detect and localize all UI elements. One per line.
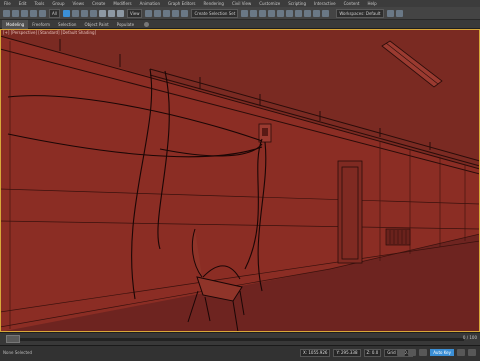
go-to-end-icon[interactable] [419,349,428,356]
spinner-snap-icon[interactable] [181,9,189,17]
viewport-label[interactable]: [+] [Perspective] [Standard] [Default Sh… [3,30,96,35]
menu-item-modifiers[interactable]: Modifiers [109,0,135,7]
ribbon: Modeling Freeform Selection Object Paint… [0,19,480,29]
tab-selection[interactable]: Selection [54,20,80,29]
auto-key-button[interactable]: Auto Key [430,349,454,356]
viewport-scene [0,29,480,332]
wall-vent [385,228,411,246]
tab-populate[interactable]: Populate [113,20,138,29]
zoom-extents-icon[interactable] [457,349,465,356]
mirror-icon[interactable] [241,9,249,17]
menu-item-views[interactable]: Views [69,0,89,7]
rendered-frame-icon[interactable] [313,9,321,17]
schematic-view-icon[interactable] [286,9,294,17]
y-coordinate-field[interactable]: Y: 295.338 [333,349,361,357]
toggle-ribbon-icon[interactable] [268,9,276,17]
undo-icon[interactable] [3,9,10,17]
rectangular-selection-icon[interactable] [80,9,88,17]
layer-explorer-icon[interactable] [259,9,267,17]
move-icon[interactable] [98,9,106,17]
named-selection-dropdown[interactable]: Create Selection Set [191,8,239,18]
time-track[interactable] [6,338,464,341]
render-icon[interactable] [322,9,330,17]
status-bar: None Selected X: 1055.926 Y: 295.338 Z: … [0,345,480,361]
menu-item-file[interactable]: File [0,0,15,7]
tab-freeform[interactable]: Freeform [28,20,54,29]
percent-snap-icon[interactable] [172,9,180,17]
menu-item-group[interactable]: Group [48,0,68,7]
menu-item-customize[interactable]: Customize [255,0,284,7]
door [337,160,363,264]
go-to-start-icon[interactable] [397,349,406,356]
redo-icon[interactable] [12,9,19,17]
reference-coordinate-dropdown[interactable]: View [126,8,143,18]
z-coordinate-field[interactable]: Z: 0.0 [363,349,382,357]
frame-counter: 0 / 100 [462,335,477,340]
selection-filter-dropdown[interactable]: All [49,8,60,18]
window-crossing-icon[interactable] [89,9,97,17]
tab-object-paint[interactable]: Object Paint [80,20,112,29]
orbit-icon[interactable] [468,349,476,356]
unlink-icon[interactable] [30,9,37,17]
curve-editor-icon[interactable] [277,9,285,17]
menu-item-civil-view[interactable]: Civil View [228,0,255,7]
menu-item-edit[interactable]: Edit [15,0,31,7]
link-icon[interactable] [21,9,28,17]
bind-space-warp-icon[interactable] [39,9,46,17]
electrical-box [258,123,272,143]
menu-item-animation[interactable]: Animation [136,0,164,7]
render-setup-icon[interactable] [304,9,312,17]
selection-status: None Selected [3,350,33,355]
material-editor-icon[interactable] [295,9,303,17]
angle-snap-icon[interactable] [163,9,171,17]
playback-controls: Auto Key [397,349,476,356]
select-object-icon[interactable] [62,9,70,17]
perspective-viewport[interactable]: [+] [Perspective] [Standard] [Default Sh… [0,29,480,332]
menu-item-content[interactable]: Content [340,0,364,7]
main-toolbar: All View Create Selection Set Workspaces… [0,7,480,20]
menu-item-rendering[interactable]: Rendering [200,0,228,7]
scale-icon[interactable] [116,9,124,17]
workspace-dropdown[interactable]: Workspaces: Default [336,8,384,18]
select-by-name-icon[interactable] [71,9,79,17]
menu-item-tools[interactable]: Tools [30,0,48,7]
time-slider[interactable] [6,335,20,343]
pivot-point-icon[interactable] [145,9,153,17]
menu-item-scripting[interactable]: Scripting [284,0,310,7]
x-coordinate-field[interactable]: X: 1055.926 [300,349,331,357]
timeline: 0 / 100 [0,332,480,346]
tab-modeling[interactable]: Modeling [2,19,29,29]
sign-in-icon[interactable] [395,9,403,17]
menu-item-interactive[interactable]: Interactive [310,0,340,7]
ribbon-options-icon[interactable] [144,21,150,27]
play-icon[interactable] [408,349,417,356]
rotate-icon[interactable] [107,9,115,17]
project-folder-icon[interactable] [386,9,394,17]
menu-item-graph-editors[interactable]: Graph Editors [164,0,199,7]
menu-item-create[interactable]: Create [88,0,109,7]
align-icon[interactable] [250,9,258,17]
menu-item-help[interactable]: Help [363,0,380,7]
snap-toggle-icon[interactable] [154,9,162,17]
